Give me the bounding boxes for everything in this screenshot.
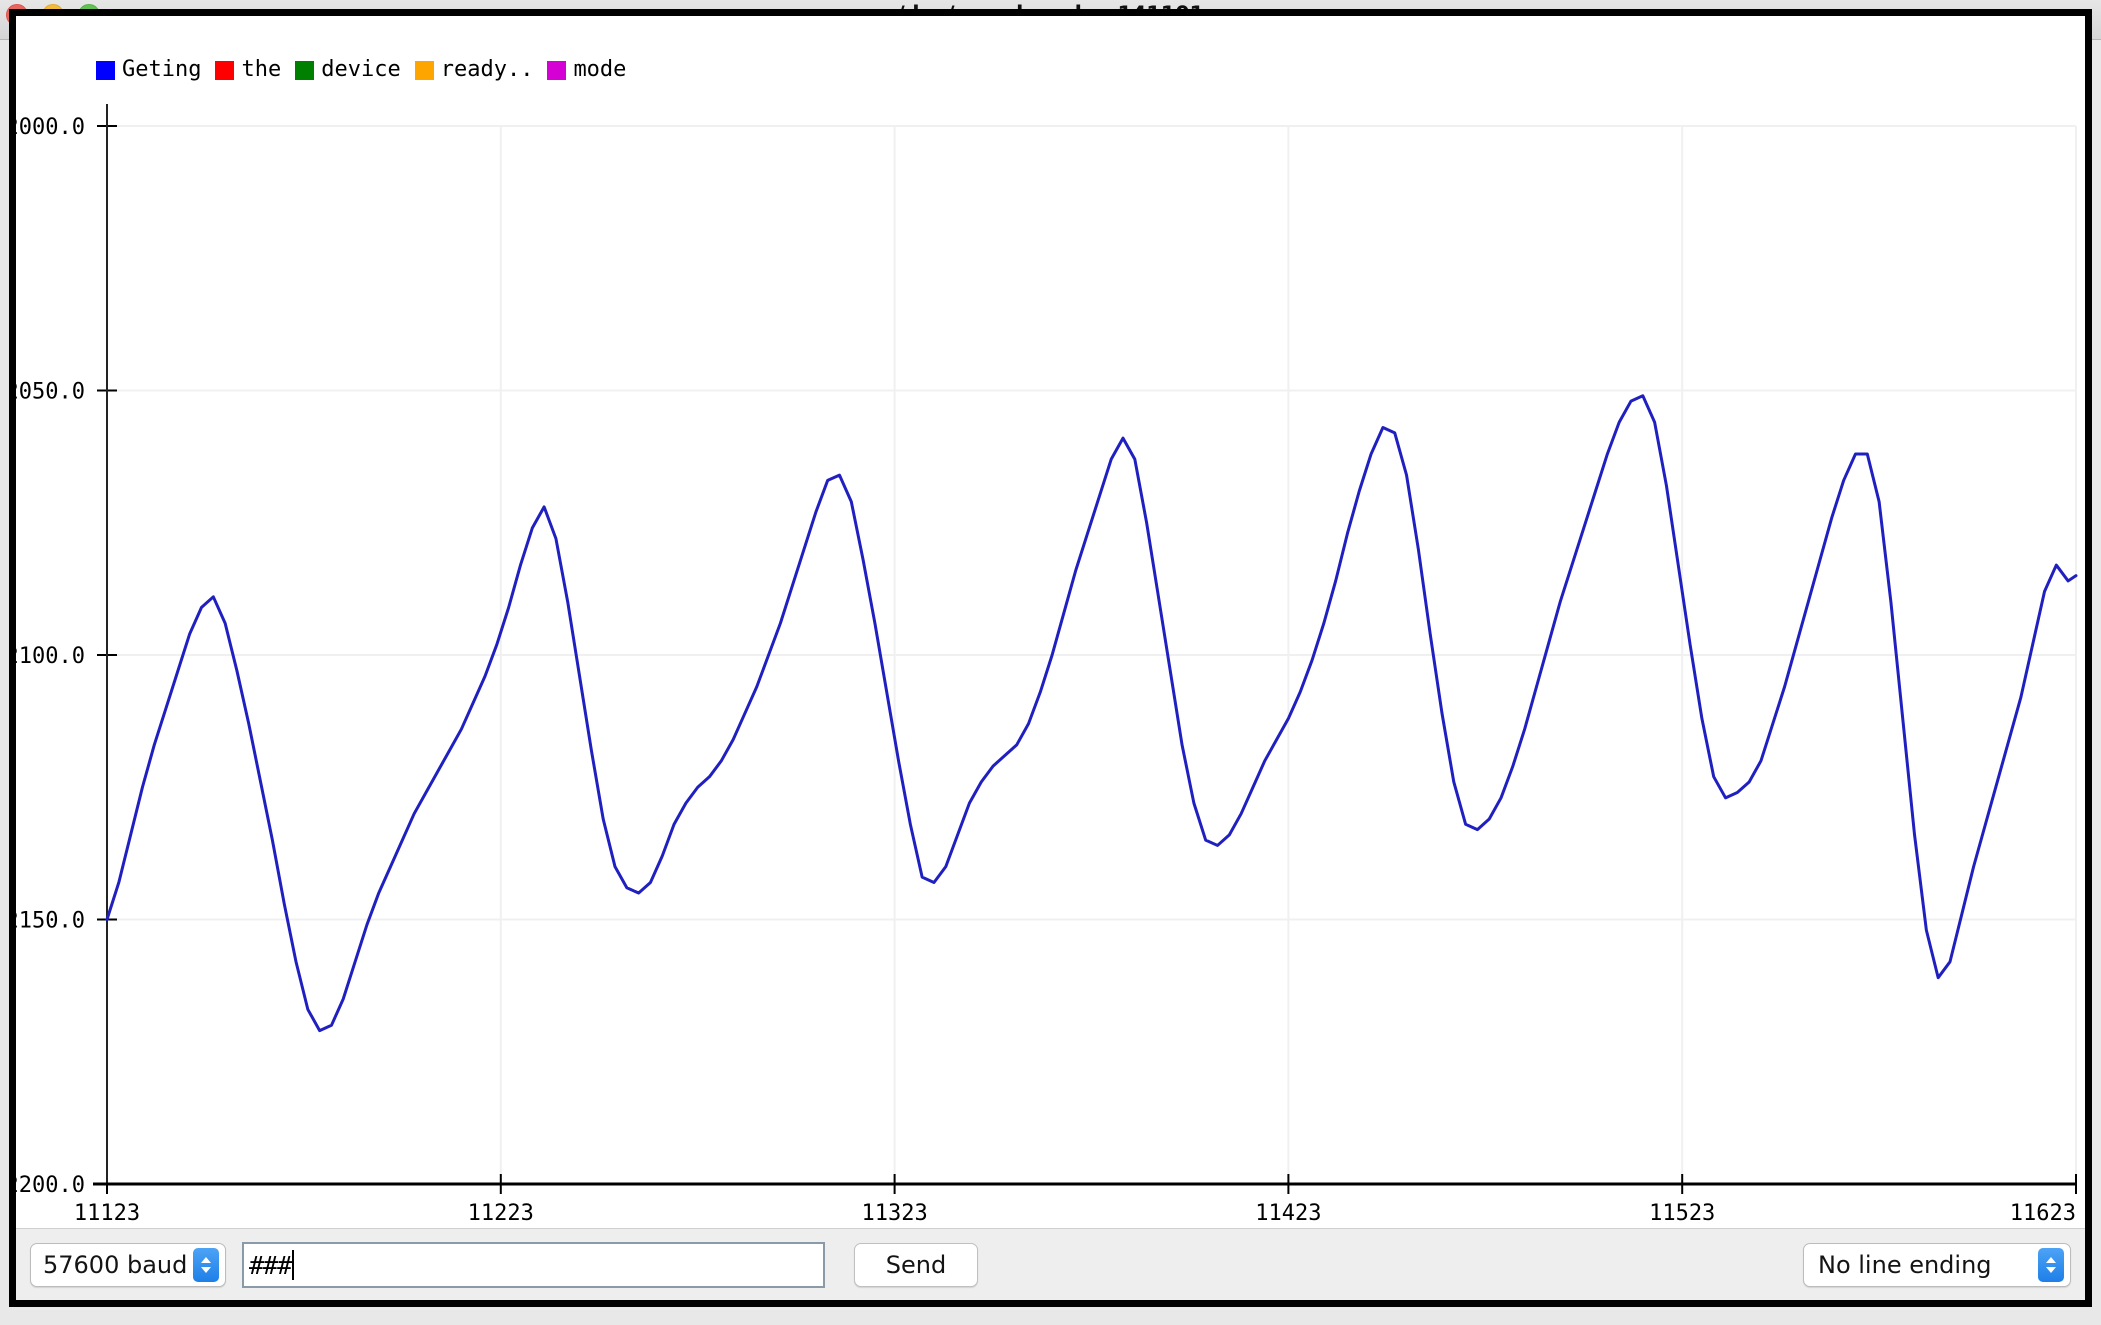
- x-tick-label: 11323: [861, 1201, 927, 1226]
- send-button[interactable]: Send: [854, 1243, 978, 1287]
- line-ending-select[interactable]: No line ending: [1803, 1243, 2071, 1287]
- y-tick-label: 2150.0: [16, 909, 85, 934]
- chart-x-tick-labels: 11123 11223 11323 11423 11523 11623: [74, 1201, 2076, 1226]
- chevron-updown-icon[interactable]: [193, 1248, 219, 1282]
- chart-axes: [93, 104, 2076, 1186]
- y-tick-label: 2050.0: [16, 380, 85, 405]
- chart-gridlines: [106, 125, 2077, 1185]
- content-frame: Geting the device ready.. mode 000.0 050…: [9, 9, 2092, 1307]
- chart-tick-marks: [97, 125, 2077, 1194]
- y-tick-label: 2200.0: [16, 1173, 85, 1198]
- send-button-label: Send: [885, 1251, 947, 1279]
- y-tick-label: 2100.0: [16, 644, 85, 669]
- x-tick-label: 11223: [468, 1201, 534, 1226]
- serial-plot-chart: 2000.0 2050.0 2100.0 2150.0 2200.0 11123 1122…: [16, 104, 2078, 1226]
- send-text-input-value: ###: [249, 1250, 292, 1280]
- x-tick-label: 11123: [74, 1201, 140, 1226]
- send-text-input[interactable]: ###: [242, 1242, 825, 1288]
- series-line-geting: [105, 394, 2078, 1033]
- x-tick-label: 11623: [2010, 1201, 2076, 1226]
- baud-rate-select[interactable]: 57600 baud: [30, 1243, 226, 1287]
- text-caret: [292, 1250, 295, 1280]
- chart-y-tick-labels: 2000.0 2050.0 2100.0 2150.0 2200.0: [16, 115, 85, 1198]
- y-tick-label: 2000.0: [16, 115, 85, 140]
- line-ending-value: No line ending: [1818, 1251, 1992, 1279]
- x-tick-label: 11523: [1649, 1201, 1715, 1226]
- x-tick-label: 11423: [1255, 1201, 1321, 1226]
- baud-rate-value: 57600 baud: [43, 1251, 188, 1279]
- chart-series: [105, 394, 2078, 1033]
- serial-plotter-window: /dev/cu.usbmodem141101 Geting the device: [0, 0, 2101, 1325]
- plot-panel: Geting the device ready.. mode 000.0 050…: [16, 38, 2085, 1248]
- bottom-toolbar: 57600 baud ### Send No line ending: [16, 1228, 2085, 1300]
- chevron-updown-icon[interactable]: [2038, 1248, 2064, 1282]
